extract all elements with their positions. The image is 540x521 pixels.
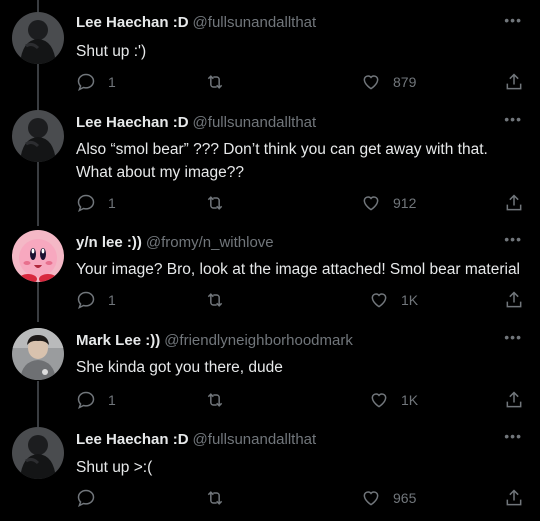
like-button[interactable]: 912 <box>361 193 416 213</box>
more-dots-icon[interactable]: ••• <box>504 231 522 247</box>
avatar[interactable] <box>12 110 64 162</box>
retweet-button[interactable] <box>204 488 226 508</box>
like-count: 1K <box>401 392 419 408</box>
like-button[interactable]: 965 <box>361 488 416 508</box>
avatar[interactable] <box>12 230 64 282</box>
like-button[interactable]: 1K <box>369 390 418 410</box>
share-icon <box>506 391 522 408</box>
retweet-button[interactable] <box>204 290 226 310</box>
like-button[interactable]: 1K <box>369 290 418 310</box>
display-name[interactable]: Lee Haechan :D <box>76 431 189 448</box>
share-button[interactable] <box>504 390 524 410</box>
retweet-icon <box>207 491 223 505</box>
reply-count: 1 <box>108 74 116 90</box>
reply-button[interactable]: 1 <box>76 290 116 310</box>
share-button[interactable] <box>504 488 524 508</box>
more-dots-icon[interactable]: ••• <box>504 428 522 444</box>
retweet-button[interactable] <box>204 193 226 213</box>
handle[interactable]: @fullsunandallthat <box>193 14 317 31</box>
reply-icon <box>77 73 95 91</box>
share-icon <box>506 194 522 211</box>
tweet[interactable]: Lee Haechan :D @fullsunandallthat ••• Shu… <box>0 421 540 521</box>
like-count: 912 <box>393 195 417 211</box>
tweet-actions: 1 1K <box>76 290 526 312</box>
tweet-text: Shut up >:( <box>76 459 153 476</box>
tweet-text: Your image? Bro, look at the image attac… <box>76 261 521 278</box>
display-name[interactable]: y/n lee :)) <box>76 234 142 251</box>
share-button[interactable] <box>504 193 524 213</box>
tweet-header: Lee Haechan :D @fullsunandallthat <box>76 114 316 131</box>
avatar[interactable] <box>12 328 64 380</box>
avatar-image <box>12 110 64 162</box>
like-count: 879 <box>393 74 417 90</box>
share-icon <box>506 73 522 90</box>
reply-icon <box>77 194 95 212</box>
reply-button[interactable]: 1 <box>76 72 116 92</box>
heart-icon <box>363 491 379 506</box>
retweet-icon <box>207 293 223 307</box>
tweet-actions: 1 912 <box>76 193 526 215</box>
retweet-icon <box>207 75 223 89</box>
reply-icon <box>77 489 95 507</box>
reply-count: 1 <box>108 292 116 308</box>
tweet-header: y/n lee :)) @fromy/n_withlove <box>76 234 274 251</box>
tweet-text: Shut up :') <box>76 43 147 60</box>
tweet-header: Lee Haechan :D @fullsunandallthat <box>76 431 316 448</box>
reply-count: 1 <box>108 392 116 408</box>
reply-button[interactable]: 1 <box>76 193 116 213</box>
avatar-image <box>12 328 64 380</box>
heart-icon <box>371 393 387 408</box>
display-name[interactable]: Lee Haechan :D <box>76 114 189 131</box>
like-count: 1K <box>401 292 419 308</box>
share-icon <box>506 291 522 308</box>
reply-icon <box>77 391 95 409</box>
heart-icon <box>371 293 387 308</box>
reply-count: 1 <box>108 195 116 211</box>
handle[interactable]: @fromy/n_withlove <box>146 234 274 251</box>
tweet-header: Mark Lee :)) @friendlyneighborhoodmark <box>76 332 353 349</box>
avatar-image <box>12 12 64 64</box>
share-button[interactable] <box>504 72 524 92</box>
reply-icon <box>77 291 95 309</box>
tweet-header: Lee Haechan :D @fullsunandallthat <box>76 14 316 31</box>
handle[interactable]: @fullsunandallthat <box>193 114 317 131</box>
reply-button[interactable]: 1 <box>76 390 116 410</box>
handle[interactable]: @friendlyneighborhoodmark <box>164 332 353 349</box>
tweet-actions: 1 879 <box>76 72 526 94</box>
reply-button[interactable] <box>76 488 108 508</box>
retweet-icon <box>207 196 223 210</box>
tweet-actions: 965 <box>76 488 526 510</box>
more-dots-icon[interactable]: ••• <box>504 12 522 28</box>
tweet[interactable]: Mark Lee :)) @friendlyneighborhoodmark ••… <box>0 323 540 421</box>
more-dots-icon[interactable]: ••• <box>504 329 522 345</box>
like-count: 965 <box>393 490 417 506</box>
avatar-image <box>12 230 64 282</box>
share-icon <box>506 489 522 506</box>
like-button[interactable]: 879 <box>361 72 416 92</box>
retweet-icon <box>207 393 223 407</box>
handle[interactable]: @fullsunandallthat <box>193 431 317 448</box>
tweet[interactable]: y/n lee :)) @fromy/n_withlove ••• Your im… <box>0 225 540 323</box>
tweet[interactable]: Lee Haechan :D @fullsunandallthat ••• Als… <box>0 105 540 225</box>
more-dots-icon[interactable]: ••• <box>504 111 522 127</box>
retweet-button[interactable] <box>204 390 226 410</box>
avatar-image <box>12 427 64 479</box>
heart-icon <box>363 75 379 90</box>
avatar[interactable] <box>12 427 64 479</box>
tweet-text: Also “smol bear” ??? Don’t think you can… <box>76 141 488 181</box>
tweet[interactable]: Lee Haechan :D @fullsunandallthat ••• Shu… <box>0 0 540 105</box>
display-name[interactable]: Lee Haechan :D <box>76 14 189 31</box>
display-name[interactable]: Mark Lee :)) <box>76 332 160 349</box>
avatar[interactable] <box>12 12 64 64</box>
retweet-button[interactable] <box>204 72 226 92</box>
tweet-actions: 1 1K <box>76 390 526 412</box>
tweet-text: She kinda got you there, dude <box>76 359 283 376</box>
heart-icon <box>363 196 379 211</box>
share-button[interactable] <box>504 290 524 310</box>
